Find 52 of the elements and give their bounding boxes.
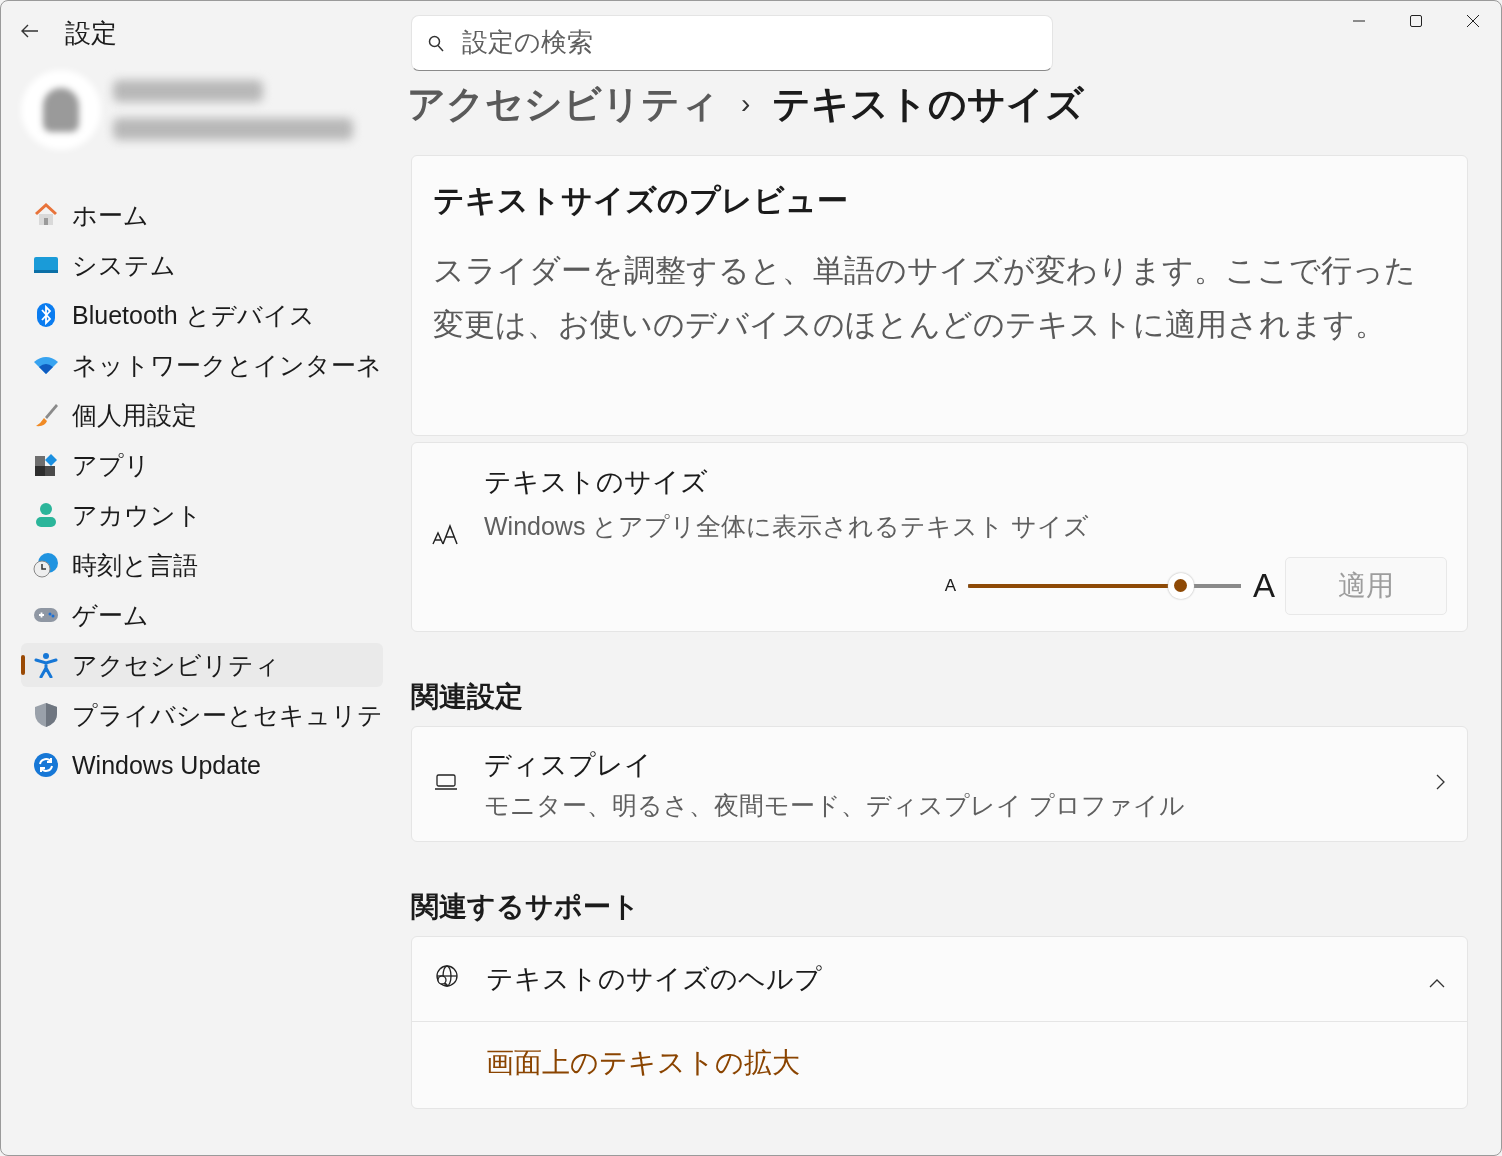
house-icon — [33, 203, 59, 227]
help-expander[interactable]: テキストのサイズのヘルプ — [412, 937, 1467, 1022]
sidebar-item[interactable]: 個人用設定 — [21, 393, 383, 437]
shield-icon — [34, 702, 58, 728]
globe-search-icon — [434, 963, 460, 988]
preview-title: テキストサイズのプレビュー — [433, 182, 849, 220]
monitor-icon — [33, 254, 59, 276]
apps-icon — [34, 453, 58, 477]
minimize-icon — [1352, 20, 1365, 22]
text-size-icon — [432, 524, 460, 546]
window-title: 設定 — [65, 16, 117, 50]
page-title: テキストのサイズ — [772, 81, 1085, 127]
laptop-icon — [434, 773, 458, 791]
display-settings-card[interactable]: ディスプレイ モニター、明るさ、夜間モード、ディスプレイ プロファイル — [411, 726, 1468, 842]
small-a-label: A — [944, 575, 956, 596]
sidebar-item[interactable]: ネットワークとインターネ — [21, 343, 383, 387]
section-heading: 関連するサポート — [411, 890, 640, 924]
globe-clock-icon — [33, 552, 59, 578]
sidebar-item[interactable]: ゲーム — [21, 593, 383, 637]
person-icon — [34, 502, 58, 528]
sidebar-item[interactable]: 時刻と言語 — [21, 543, 383, 587]
preview-text: スライダーを調整すると、単語のサイズが変わります。ここで行った変更は、お使いのデバイスのほとんどのテキストに適用されます。 — [433, 252, 1417, 344]
bluetooth-icon — [36, 302, 56, 328]
section-heading: 関連設定 — [411, 680, 523, 714]
sidebar-item[interactable]: アプリ — [21, 443, 383, 487]
sidebar-item[interactable]: Windows Update — [21, 743, 383, 787]
selection-indicator — [21, 655, 25, 675]
sidebar-item[interactable]: プライバシーとセキュリテ — [21, 693, 383, 737]
slider-thumb[interactable] — [1167, 572, 1194, 599]
maximize-icon — [1409, 15, 1422, 27]
sidebar-item[interactable]: システム — [21, 243, 383, 287]
sidebar-item[interactable]: ホーム — [21, 193, 383, 237]
sidebar-item[interactable]: Bluetooth とデバイス — [21, 293, 383, 337]
chevron-right-icon — [1436, 774, 1445, 790]
sidebar-item[interactable]: アカウント — [21, 493, 383, 537]
setting-title: テキストのサイズ — [484, 465, 709, 499]
search-icon — [428, 35, 444, 52]
gamepad-icon — [33, 606, 59, 624]
breadcrumb-link[interactable]: アクセシビリティ — [407, 78, 719, 130]
setting-description: Windows とアプリ全体に表示されるテキスト サイズ — [484, 510, 1091, 542]
large-a-label: A — [1253, 566, 1275, 605]
wifi-icon — [33, 355, 59, 375]
sidebar-item[interactable]: アクセシビリティ — [21, 643, 383, 687]
help-link[interactable]: 画面上のテキストの拡大 — [486, 1047, 800, 1078]
accessibility-icon — [34, 652, 58, 678]
setting-description: モニター、明るさ、夜間モード、ディスプレイ プロファイル — [484, 789, 1186, 821]
close-icon — [1466, 15, 1479, 27]
setting-title: ディスプレイ — [484, 748, 653, 782]
search-field[interactable]: 設定の検索 — [411, 14, 1053, 71]
sync-icon — [33, 752, 59, 778]
breadcrumb-separator: › — [741, 88, 751, 120]
chevron-up-icon — [1429, 978, 1445, 988]
